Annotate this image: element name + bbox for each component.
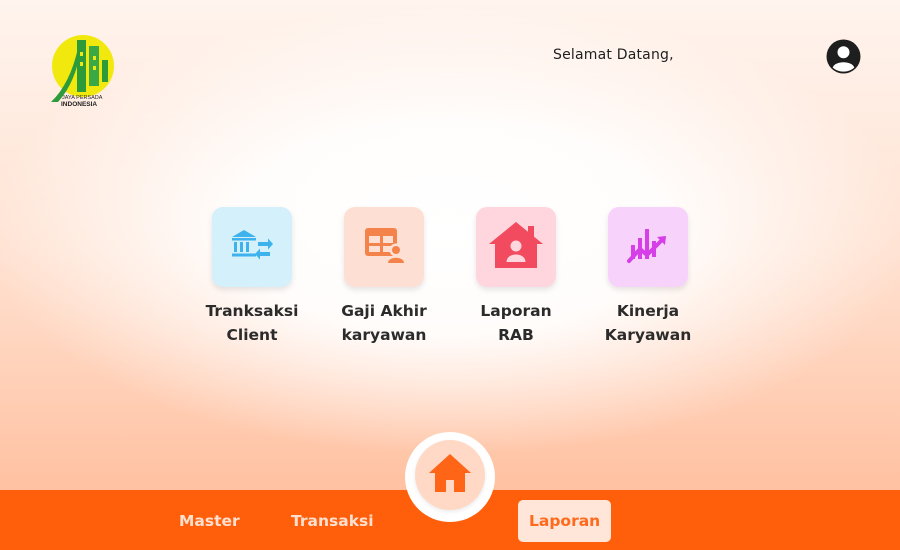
nav-transaksi[interactable]: Transaksi [291, 500, 374, 542]
menu-item-kinerja-karyawan[interactable]: Kinerja Karyawan [593, 207, 703, 347]
menu-item-laporan-rab[interactable]: Laporan RAB [461, 207, 571, 347]
nav-master[interactable]: Master [179, 500, 240, 542]
performance-chart-icon [627, 225, 669, 269]
bank-transfer-icon [230, 228, 274, 266]
menu-tile[interactable] [344, 207, 424, 287]
menu-tile[interactable] [476, 207, 556, 287]
home-icon [428, 453, 472, 497]
menu-item-transaksi-client[interactable]: Tranksaksi Client [197, 207, 307, 347]
menu-item-gaji-akhir[interactable]: Gaji Akhir karyawan [329, 207, 439, 347]
payroll-table-icon [363, 226, 405, 268]
menu-item-label: Laporan RAB [480, 302, 552, 344]
company-logo: JAYA PERSADA INDONESIA [44, 30, 116, 110]
menu-item-label: Gaji Akhir karyawan [341, 302, 427, 344]
menu-tile[interactable] [608, 207, 688, 287]
user-circle-icon[interactable] [826, 39, 861, 74]
svg-text:INDONESIA: INDONESIA [61, 101, 97, 108]
home-button[interactable] [415, 440, 485, 510]
menu-item-label: Kinerja Karyawan [604, 302, 692, 344]
greeting-text: Selamat Datang, [553, 47, 674, 63]
menu-item-label: Tranksaksi Client [205, 302, 299, 344]
nav-laporan[interactable]: Laporan [518, 500, 612, 542]
menu-tile[interactable] [212, 207, 292, 287]
house-user-icon [488, 220, 544, 274]
